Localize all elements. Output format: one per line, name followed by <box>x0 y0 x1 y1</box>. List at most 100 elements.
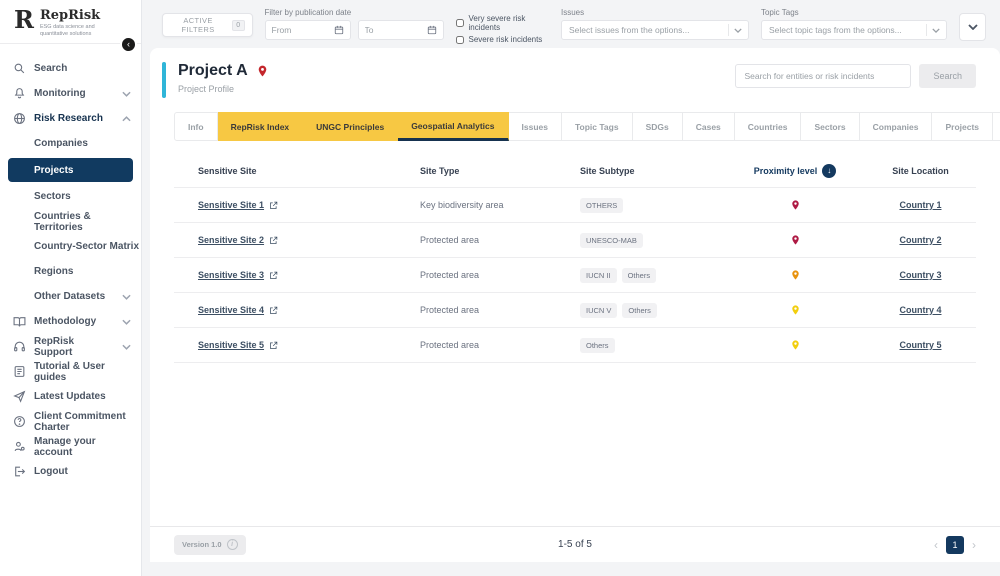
severity-option-very-severe[interactable]: Very severe risk incidents <box>455 14 549 32</box>
user-icon <box>14 441 25 452</box>
bell-icon <box>14 88 25 99</box>
site-type: Key biodiversity area <box>420 200 504 210</box>
tab-issues[interactable]: Issues <box>508 112 562 141</box>
sidebar-item-projects[interactable]: Projects <box>8 158 133 182</box>
tab-geospatial-analytics[interactable]: Geospatial Analytics <box>398 112 509 141</box>
sidebar-item-sectors[interactable]: Sectors <box>0 184 141 209</box>
site-subtype-badge: Others <box>580 337 615 353</box>
filter-bar: ACTIVE FILTERS 0 Filter by publication d… <box>142 0 1000 65</box>
tab-sdgs[interactable]: SDGs <box>632 112 683 141</box>
previous-page-button[interactable]: ‹ <box>934 538 938 552</box>
severe-checkbox[interactable] <box>455 35 464 44</box>
tab-companies[interactable]: Companies <box>859 112 933 141</box>
country-link[interactable]: Country 3 <box>899 270 941 280</box>
issues-label: Issues <box>560 8 585 17</box>
sidebar-collapse-button[interactable]: ‹ <box>120 36 137 53</box>
date-from-field[interactable] <box>264 20 351 40</box>
current-page-button[interactable]: 1 <box>946 535 964 554</box>
reprisk-logo-icon: R <box>14 5 34 34</box>
chevron-down-icon <box>122 91 131 97</box>
sidebar-item-companies[interactable]: Companies <box>0 131 141 156</box>
sidebar-item-countries-territories[interactable]: Countries & Territories <box>0 209 141 234</box>
tab-cases[interactable]: Cases <box>682 112 735 141</box>
proximity-pin-icon[interactable] <box>790 233 801 247</box>
tab-reprisk-index[interactable]: RepRisk Index <box>217 112 304 141</box>
external-link-icon[interactable] <box>269 201 278 210</box>
filter-bar-collapse-button[interactable] <box>958 13 987 41</box>
next-page-button[interactable]: › <box>972 538 976 552</box>
sidebar: R RepRisk ESG data science and quantitat… <box>0 0 142 576</box>
publication-date-filter: Filter by publication date <box>264 8 444 40</box>
globe-icon <box>14 113 25 124</box>
country-link[interactable]: Country 5 <box>899 340 941 350</box>
site-type: Protected area <box>420 305 480 315</box>
info-icon[interactable]: i <box>226 539 238 550</box>
tab-countries[interactable]: Countries <box>734 112 802 141</box>
sidebar-item-other-datasets[interactable]: Other Datasets <box>0 284 141 309</box>
topic-tags-select[interactable]: Select topic tags from the options... <box>760 20 947 40</box>
tab-ungc-principles[interactable]: UNGC Principles <box>303 112 399 141</box>
sidebar-item-manage-account[interactable]: Manage your account <box>0 434 141 459</box>
issues-filter: Issues Select issues from the options... <box>560 8 749 40</box>
sensitive-site-link[interactable]: Sensitive Site 4 <box>198 305 264 315</box>
search-button[interactable]: Search <box>919 64 976 88</box>
chevron-down-icon <box>122 319 131 325</box>
question-circle-icon <box>14 416 25 427</box>
paper-plane-icon <box>13 390 26 403</box>
sidebar-item-monitoring[interactable]: Monitoring <box>0 81 141 106</box>
sidebar-item-tutorial-user-guides[interactable]: Tutorial & User guides <box>0 359 141 384</box>
tab-sectors[interactable]: Sectors <box>801 112 860 141</box>
sidebar-item-logout[interactable]: Logout <box>0 459 141 484</box>
sensitive-site-link[interactable]: Sensitive Site 1 <box>198 200 264 210</box>
calendar-icon <box>427 25 436 35</box>
country-link[interactable]: Country 1 <box>899 200 941 210</box>
proximity-pin-icon[interactable] <box>790 303 801 317</box>
sidebar-item-reprisk-support[interactable]: RepRisk Support <box>0 334 141 359</box>
main-content: Project A Project Profile Search Info Re… <box>150 48 1000 562</box>
sensitive-site-link[interactable]: Sensitive Site 3 <box>198 270 264 280</box>
project-header: Project A Project Profile Search <box>150 48 1000 104</box>
sidebar-item-risk-research[interactable]: Risk Research <box>0 106 141 131</box>
tab-topic-tags[interactable]: Topic Tags <box>561 112 633 141</box>
topic-tags-label: Topic Tags <box>760 8 799 17</box>
issues-select[interactable]: Select issues from the options... <box>560 20 749 40</box>
entity-search-input[interactable] <box>735 64 912 88</box>
pagination-range: 1-5 of 5 <box>558 539 592 550</box>
site-subtype-badge: UNESCO-MAB <box>580 232 643 248</box>
proximity-pin-icon[interactable] <box>790 268 801 282</box>
country-link[interactable]: Country 4 <box>899 305 941 315</box>
sensitive-site-link[interactable]: Sensitive Site 5 <box>198 340 264 350</box>
country-link[interactable]: Country 2 <box>899 235 941 245</box>
tab-info[interactable]: Info <box>174 112 218 141</box>
external-link-icon[interactable] <box>269 236 278 245</box>
date-to-input[interactable] <box>364 25 423 35</box>
col-sensitive-site: Sensitive Site <box>198 166 257 176</box>
proximity-pin-icon[interactable] <box>790 338 801 352</box>
page-subtitle: Project Profile <box>178 84 235 94</box>
table-row: Sensitive Site 3 Protected area IUCN II … <box>174 258 976 293</box>
proximity-pin-icon[interactable] <box>790 198 801 212</box>
app-logo[interactable]: R RepRisk ESG data science and quantitat… <box>0 0 141 44</box>
external-link-icon[interactable] <box>269 306 278 315</box>
sidebar-item-methodology[interactable]: Methodology <box>0 309 141 334</box>
date-to-field[interactable] <box>357 20 444 40</box>
table-row: Sensitive Site 4 Protected area IUCN V O… <box>174 293 976 328</box>
very-severe-checkbox[interactable] <box>455 19 464 27</box>
external-link-icon[interactable] <box>269 341 278 350</box>
sidebar-item-country-sector-matrix[interactable]: Country-Sector Matrix <box>0 234 141 259</box>
tab-ngos[interactable]: NGOs <box>993 112 1000 141</box>
sidebar-item-search[interactable]: Search <box>0 56 141 81</box>
severity-option-severe[interactable]: Severe risk incidents <box>455 35 549 44</box>
active-filters-button[interactable]: ACTIVE FILTERS 0 <box>162 13 253 37</box>
date-from-input[interactable] <box>271 25 330 35</box>
tab-projects[interactable]: Projects <box>932 112 994 141</box>
headphones-icon <box>14 341 25 352</box>
external-link-icon[interactable] <box>269 271 278 280</box>
sidebar-item-regions[interactable]: Regions <box>0 259 141 284</box>
sidebar-item-client-commitment-charter[interactable]: Client Commitment Charter <box>0 409 141 434</box>
col-proximity-level-sort[interactable]: Proximity level ↓ <box>725 164 865 178</box>
col-site-type: Site Type <box>420 166 460 176</box>
publication-date-label: Filter by publication date <box>264 8 352 17</box>
sensitive-site-link[interactable]: Sensitive Site 2 <box>198 235 264 245</box>
sidebar-item-latest-updates[interactable]: Latest Updates <box>0 384 141 409</box>
